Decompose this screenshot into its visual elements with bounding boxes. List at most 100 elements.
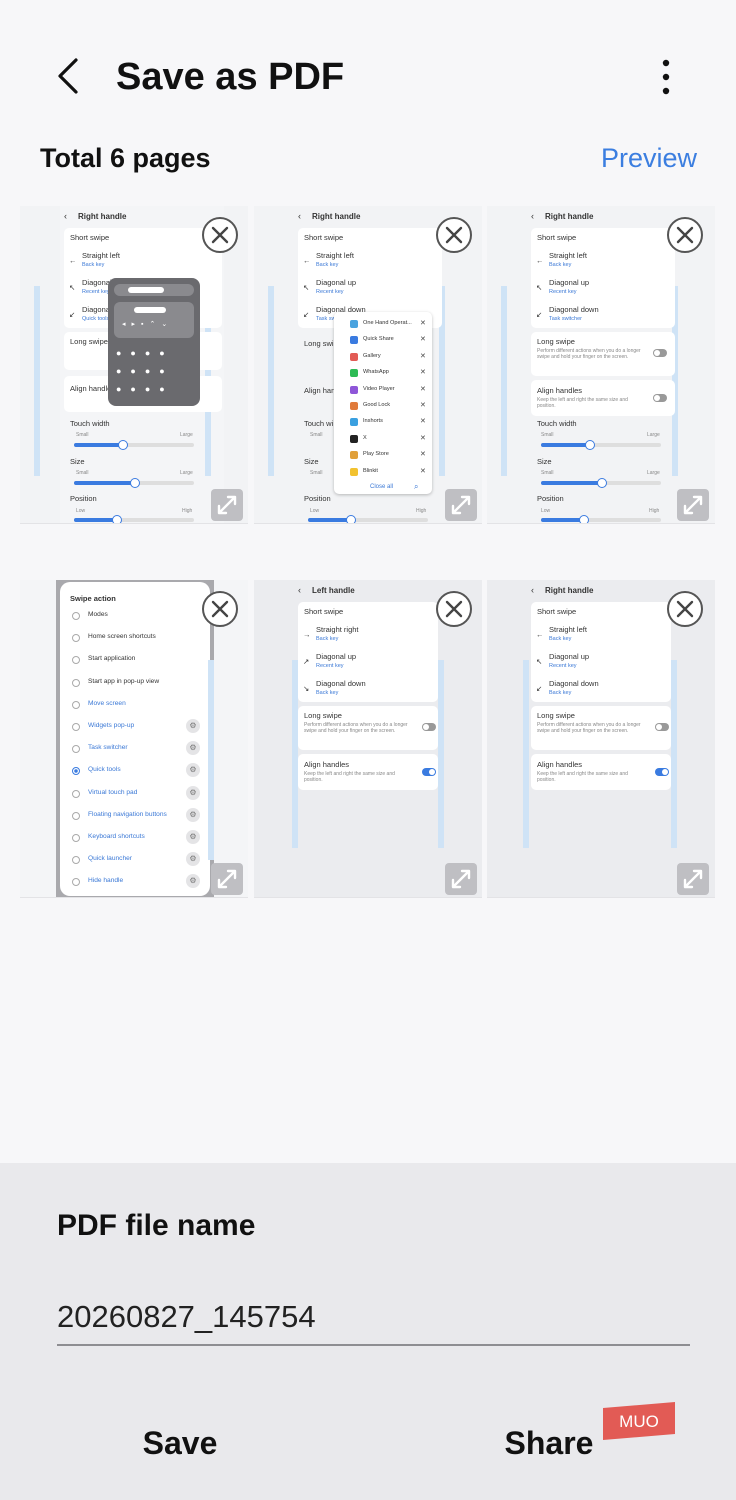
settings-gear-icon[interactable]: ⚙: [186, 763, 200, 778]
expand-page-button[interactable]: [677, 863, 709, 895]
popup-app-item[interactable]: Quick Share ✕: [334, 334, 432, 348]
popup-app-item[interactable]: Inshorts ✕: [334, 416, 432, 430]
radio-button[interactable]: [72, 811, 80, 820]
settings-gear-icon[interactable]: ⚙: [186, 807, 200, 822]
align-toggle[interactable]: [422, 768, 436, 776]
popup-app-item[interactable]: WhatsApp ✕: [334, 367, 432, 381]
radio-button[interactable]: [72, 723, 80, 731]
swipe-action-option[interactable]: Move screen: [60, 697, 210, 715]
page-thumbnail-4[interactable]: Swipe action Modes Home screen shortcuts S…: [20, 580, 248, 898]
settings-gear-icon[interactable]: ⚙: [186, 719, 200, 733]
popup-app-item[interactable]: Blinkit ✕: [334, 466, 432, 480]
close-app-icon[interactable]: ✕: [420, 450, 426, 458]
touch-width-slider[interactable]: [541, 440, 661, 450]
page-thumbnail-5[interactable]: ‹ Left handle Short swipe → Straight rig…: [254, 580, 482, 898]
item-sub: Back key: [316, 690, 339, 696]
position-slider[interactable]: [541, 515, 661, 523]
radio-button[interactable]: [72, 878, 80, 887]
expand-page-button[interactable]: [445, 489, 477, 521]
swipe-action-option[interactable]: Virtual touch pad ⚙: [60, 785, 210, 804]
close-app-icon[interactable]: ✕: [420, 335, 426, 343]
remove-page-icon[interactable]: [201, 216, 239, 254]
popup-app-item[interactable]: X ✕: [334, 433, 432, 447]
close-app-icon[interactable]: ✕: [420, 434, 426, 442]
swipe-action-option[interactable]: Quick tools ⚙: [60, 763, 210, 781]
close-app-icon[interactable]: ✕: [420, 319, 426, 327]
settings-gear-icon[interactable]: ⚙: [186, 830, 200, 844]
expand-page-button[interactable]: [211, 489, 243, 521]
close-app-icon[interactable]: ✕: [420, 417, 426, 425]
radio-button[interactable]: [72, 789, 80, 798]
long-swipe-toggle[interactable]: [422, 723, 436, 731]
popup-app-item[interactable]: Video Player ✕: [334, 384, 432, 398]
radio-button[interactable]: [72, 856, 80, 865]
remove-page-icon[interactable]: [666, 590, 704, 628]
close-app-icon[interactable]: ✕: [420, 467, 426, 475]
swipe-action-option[interactable]: Floating navigation buttons ⚙: [60, 807, 210, 826]
radio-button[interactable]: [72, 634, 80, 643]
swipe-action-option[interactable]: Start app in pop-up view: [60, 675, 210, 693]
radio-button[interactable]: [72, 745, 80, 754]
swipe-action-option[interactable]: Keyboard shortcuts ⚙: [60, 830, 210, 848]
swipe-action-option[interactable]: Modes: [60, 608, 210, 626]
swipe-action-option[interactable]: Home screen shortcuts: [60, 630, 210, 648]
app-icon: [350, 385, 358, 394]
radio-button[interactable]: [72, 767, 80, 776]
radio-button[interactable]: [72, 700, 80, 709]
popup-app-item[interactable]: One Hand Operat... ✕: [334, 318, 432, 332]
page-thumbnail-1[interactable]: ‹ Right handle Short swipe ← Straight le…: [20, 206, 248, 524]
more-vertical-icon: [662, 59, 670, 95]
long-swipe-toggle[interactable]: [655, 723, 669, 731]
expand-page-button[interactable]: [677, 489, 709, 521]
handle-rail: [208, 660, 214, 860]
close-all-button[interactable]: Close all: [370, 484, 393, 490]
popup-app-item[interactable]: Gallery ✕: [334, 351, 432, 365]
remove-page-icon[interactable]: [201, 590, 239, 628]
position-slider[interactable]: [74, 515, 194, 523]
remove-page-icon[interactable]: [435, 216, 473, 254]
close-app-icon[interactable]: ✕: [420, 385, 426, 393]
settings-gear-icon[interactable]: ⚙: [186, 785, 200, 800]
share-button[interactable]: Share: [490, 1418, 608, 1468]
size-slider[interactable]: [74, 478, 194, 488]
radio-button[interactable]: [72, 656, 80, 665]
long-swipe-toggle[interactable]: [653, 349, 667, 357]
popup-app-item[interactable]: Play Store ✕: [334, 449, 432, 463]
popup-app-item[interactable]: Good Lock ✕: [334, 400, 432, 414]
remove-page-icon[interactable]: [666, 216, 704, 254]
swipe-action-option[interactable]: Hide handle ⚙: [60, 874, 210, 892]
radio-button[interactable]: [72, 612, 80, 620]
align-toggle[interactable]: [653, 394, 667, 402]
size-slider[interactable]: [541, 478, 661, 488]
back-button[interactable]: [50, 54, 90, 98]
max-label: High: [649, 508, 660, 514]
swipe-action-option[interactable]: Task switcher ⚙: [60, 741, 210, 759]
close-app-icon[interactable]: ✕: [420, 401, 426, 409]
close-app-icon[interactable]: ✕: [420, 352, 426, 360]
more-options-button[interactable]: [650, 56, 682, 98]
radio-button[interactable]: [72, 678, 80, 687]
swipe-action-option[interactable]: Quick launcher ⚙: [60, 852, 210, 870]
preview-button[interactable]: Preview: [601, 140, 697, 176]
expand-page-button[interactable]: [211, 863, 243, 895]
expand-page-button[interactable]: [445, 863, 477, 895]
settings-gear-icon[interactable]: ⚙: [186, 874, 200, 889]
size-label: Size: [70, 457, 85, 466]
file-name-input[interactable]: [57, 1290, 690, 1346]
remove-page-icon[interactable]: [435, 590, 473, 628]
position-slider[interactable]: [308, 515, 428, 523]
touch-width-slider[interactable]: [74, 440, 194, 450]
settings-gear-icon[interactable]: ⚙: [186, 852, 200, 867]
close-app-icon[interactable]: ✕: [420, 368, 426, 376]
save-button[interactable]: Save: [120, 1418, 240, 1468]
settings-gear-icon[interactable]: ⚙: [186, 741, 200, 756]
page-thumbnail-6[interactable]: ‹ Right handle Short swipe ← Straight le…: [487, 580, 715, 898]
page-thumbnail-2[interactable]: ‹ Right handle Short swipe ← Straight le…: [254, 206, 482, 524]
radio-button[interactable]: [72, 834, 80, 842]
align-toggle[interactable]: [655, 768, 669, 776]
page-thumbnail-3[interactable]: ‹ Right handle Short swipe ← Straight le…: [487, 206, 715, 524]
swipe-action-option[interactable]: Start application: [60, 652, 210, 670]
swipe-diag-up-icon: ↖: [536, 657, 543, 666]
swipe-action-option[interactable]: Widgets pop-up ⚙: [60, 719, 210, 737]
search-icon[interactable]: ⌕: [414, 482, 418, 492]
